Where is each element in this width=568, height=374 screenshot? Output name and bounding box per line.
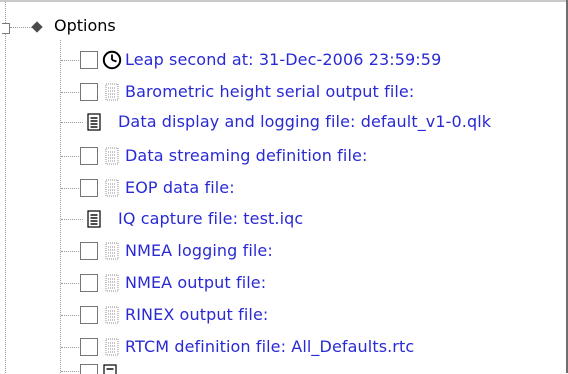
checkbox[interactable] (80, 338, 98, 356)
tree-guide-line (61, 92, 79, 93)
tree-guide-line (61, 60, 79, 61)
tree-item-label: RINEX output file: (125, 305, 269, 324)
checkbox[interactable] (80, 306, 98, 324)
checkbox[interactable] (80, 274, 98, 292)
tree-guide-line (61, 251, 79, 252)
tree-guide-line (61, 188, 79, 189)
tree-item-label: NMEA output file: (125, 273, 267, 292)
tree-guide-line (61, 315, 79, 316)
document-icon (86, 112, 104, 132)
file-dimmed-icon (104, 178, 122, 198)
tree-item-leap-second[interactable]: Leap second at: 31-Dec-2006 23:59:59 (0, 46, 566, 75)
file-dimmed-icon (104, 146, 122, 166)
file-dimmed-icon (104, 241, 122, 261)
tree-item-label: NMEA logging file: (125, 241, 273, 260)
tree-item-label: IQ capture file: test.iqc (118, 209, 304, 228)
tree-item-nmea-logging[interactable]: NMEA logging file: (0, 237, 566, 266)
tree-guide-line (61, 347, 79, 348)
tree-item-rinex-output[interactable]: RINEX output file: (0, 301, 566, 330)
tree-item-barometric-output[interactable]: Barometric height serial output file: (0, 78, 566, 107)
tree-item-label: RTCM definition file: All_Defaults.rtc (125, 337, 415, 356)
tree-guide-line (61, 283, 79, 284)
tree-guide-line (61, 156, 79, 157)
document-icon (86, 209, 104, 229)
file-dimmed-icon (104, 82, 122, 102)
tree-item-label: EOP data file: (125, 178, 235, 197)
checkbox[interactable] (80, 242, 98, 260)
tree-item-leap-second[interactable] (0, 18, 566, 47)
document-icon (102, 363, 120, 374)
tree-item-partial[interactable] (0, 360, 566, 374)
file-dimmed-icon (104, 273, 122, 293)
tree-guide-line (61, 371, 79, 372)
tree-item-label: Barometric height serial output file: (125, 82, 415, 101)
file-dimmed-icon (104, 305, 122, 325)
tree-item-label: Data display and logging file: default_v… (118, 112, 492, 131)
file-dimmed-icon (104, 337, 122, 357)
checkbox[interactable] (80, 179, 98, 197)
options-tree: Options Leap second at: 31-Dec-2006 23:5… (0, 0, 566, 374)
checkbox[interactable] (80, 51, 98, 69)
tree-item-nmea-output[interactable]: NMEA output file: (0, 269, 566, 298)
tree-item-label: Data streaming definition file: (125, 146, 368, 165)
tree-guide-line (61, 219, 83, 220)
checkbox[interactable] (80, 83, 98, 101)
checkbox[interactable] (80, 147, 98, 165)
tree-guide-line (61, 122, 83, 123)
tree-item-iq-capture[interactable]: IQ capture file: test.iqc (0, 205, 566, 234)
tree-item-eop-data[interactable]: EOP data file: (0, 174, 566, 203)
tree-item-data-display-logging[interactable]: Data display and logging file: default_v… (0, 108, 566, 137)
tree-item-data-streaming[interactable]: Data streaming definition file: (0, 142, 566, 171)
tree-item-rtcm-definition[interactable]: RTCM definition file: All_Defaults.rtc (0, 333, 566, 362)
tree-item-label: Leap second at: 31-Dec-2006 23:59:59 (125, 50, 442, 69)
clock-icon (102, 50, 122, 70)
